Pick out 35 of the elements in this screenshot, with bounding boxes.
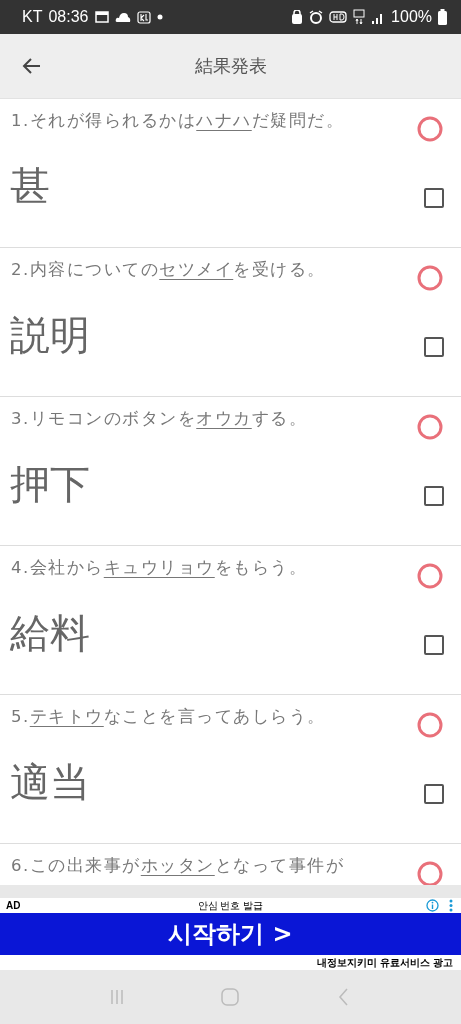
ad-headline: 안심 번호 발급 (197, 899, 264, 911)
lock-icon (291, 10, 304, 24)
calendar-icon (94, 11, 109, 23)
answer-kanji: 適当 (10, 758, 90, 807)
answer-kanji: 甚 (10, 162, 50, 211)
info-icon[interactable] (426, 899, 439, 912)
carrier-label: KT (22, 8, 43, 26)
ad-label: AD (6, 900, 21, 911)
hd-icon (329, 11, 348, 23)
battery-icon (438, 9, 447, 25)
app-icon (136, 10, 151, 24)
notification-dot-icon (156, 14, 163, 20)
cloud-icon (114, 12, 131, 22)
status-time: 08:36 (48, 8, 89, 26)
network-icon (353, 9, 366, 25)
question-text: 1.それが得られるかはハナハ だ疑問だ。 (11, 110, 345, 132)
question-text: 2.内容についてのセツメイ を受ける。 (11, 259, 326, 281)
checkbox[interactable] (424, 188, 444, 208)
battery-percentage: 100% (391, 8, 432, 26)
question-text: 5.テキトウ なことを言ってあしらう。 (11, 706, 326, 728)
answer-kanji: 給料 (10, 609, 90, 658)
answer-kanji: 説明 (10, 311, 90, 360)
alarm-icon (309, 10, 324, 24)
checkbox[interactable] (424, 635, 444, 655)
ad-cta-button[interactable]: 시작하기 > (0, 913, 461, 955)
question-text: 6.この出来事がホッタン となって事件が (11, 855, 345, 877)
checkbox[interactable] (424, 337, 444, 357)
checkbox[interactable] (424, 784, 444, 804)
ad-disclaimer: 내정보지키미 유료서비스 광고 (317, 957, 453, 968)
checkbox[interactable] (424, 486, 444, 506)
answer-kanji: 押下 (10, 460, 90, 509)
screen-title: 結果発表 (194, 55, 267, 76)
question-text: 3.リモコンのボタンを オウカする。 (11, 408, 308, 430)
question-text: 4.会社から キュウリョウ をもらう。 (11, 557, 308, 579)
more-options-icon[interactable] (449, 899, 453, 912)
